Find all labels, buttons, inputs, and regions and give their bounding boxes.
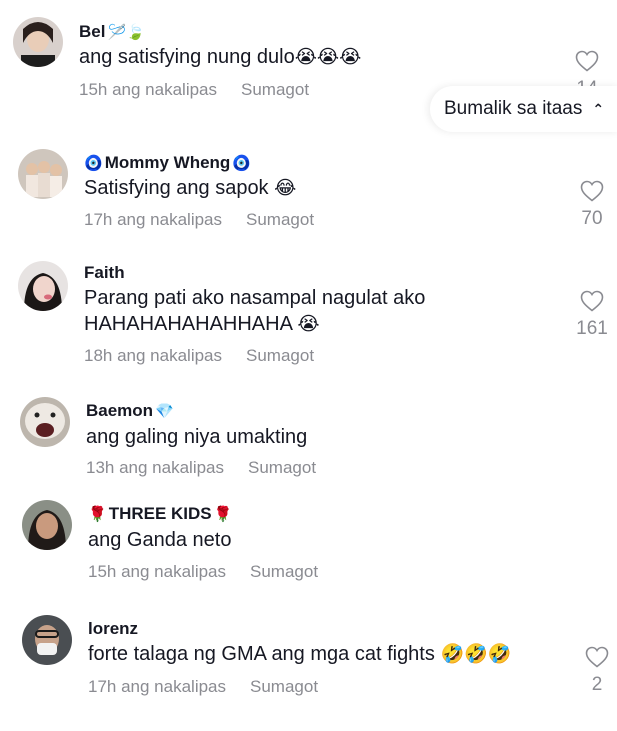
reply-button[interactable]: Sumagot [250, 677, 318, 696]
heart-icon [575, 50, 599, 72]
like-button[interactable]: 70 [572, 180, 612, 230]
comment-text: Satisfying ang sapok 😂 [84, 177, 297, 199]
reply-button[interactable]: Sumagot [246, 346, 314, 365]
comment-meta: 17h ang nakalipas Sumagot [84, 210, 314, 230]
reply-button[interactable]: Sumagot [241, 80, 309, 99]
comment-username[interactable]: lorenz [88, 619, 138, 639]
comment-time: 13h ang nakalipas [86, 458, 225, 477]
comment-text: ang satisfying nung dulo😭😭😭 [79, 46, 362, 68]
user-badge: 🧿 [84, 154, 103, 172]
like-count: 2 [591, 674, 603, 695]
avatar[interactable] [13, 17, 63, 67]
comment-meta: 13h ang nakalipas Sumagot [86, 458, 316, 478]
avatar[interactable] [18, 149, 68, 199]
comment-meta: 17h ang nakalipas Sumagot [88, 677, 318, 697]
like-button[interactable]: 2 [577, 646, 617, 696]
back-to-top-label: Bumalik sa itaas [444, 98, 583, 119]
avatar[interactable] [22, 500, 72, 550]
user-badge: 🌹 [88, 505, 107, 523]
comment-username[interactable]: 🌹 THREE KIDS 🌹 [88, 504, 232, 524]
comment-text: ang Ganda neto [88, 529, 232, 551]
comment-time: 17h ang nakalipas [84, 210, 223, 229]
comment-time: 15h ang nakalipas [79, 80, 218, 99]
heart-icon [580, 180, 604, 202]
avatar[interactable] [22, 615, 72, 665]
comment-meta: 15h ang nakalipas Sumagot [88, 562, 318, 582]
comment-text: Parang pati ako nasampal nagulat ako [84, 287, 426, 309]
comment-username[interactable]: Baemon 💎 [86, 401, 174, 421]
like-button[interactable]: 161 [572, 290, 612, 340]
heart-icon [580, 290, 604, 312]
comment-meta: 15h ang nakalipas Sumagot [79, 80, 309, 100]
comment-time: 15h ang nakalipas [88, 562, 227, 581]
reply-button[interactable]: Sumagot [250, 562, 318, 581]
like-count: 161 [576, 318, 608, 339]
chevron-up-double-icon: ⌃ [592, 100, 605, 117]
reply-button[interactable]: Sumagot [248, 458, 316, 477]
like-count: 70 [581, 208, 603, 229]
comment-username[interactable]: 🧿 Mommy Wheng 🧿 [84, 153, 251, 173]
user-badge: 🧿 [232, 154, 251, 172]
comment-meta: 18h ang nakalipas Sumagot [84, 346, 314, 366]
back-to-top-button[interactable]: Bumalik sa itaas ⌃ [430, 86, 617, 132]
user-badge: 💎 [155, 402, 174, 420]
comment-time: 18h ang nakalipas [84, 346, 223, 365]
reply-button[interactable]: Sumagot [246, 210, 314, 229]
comment-text-line2: HAHAHAHAHAHHAHA 😭 [84, 313, 320, 335]
avatar[interactable] [20, 397, 70, 447]
avatar[interactable] [18, 261, 68, 311]
comment-time: 17h ang nakalipas [88, 677, 227, 696]
comment-username[interactable]: Bel 🪡🍃 [79, 22, 145, 42]
heart-icon [585, 646, 609, 668]
user-badge: 🪡🍃 [107, 23, 145, 41]
comment-username[interactable]: Faith [84, 263, 125, 283]
user-badge: 🌹 [213, 505, 233, 523]
comment-text: forte talaga ng GMA ang mga cat fights 🤣… [88, 643, 512, 665]
comment-text: ang galing niya umakting [86, 426, 308, 448]
